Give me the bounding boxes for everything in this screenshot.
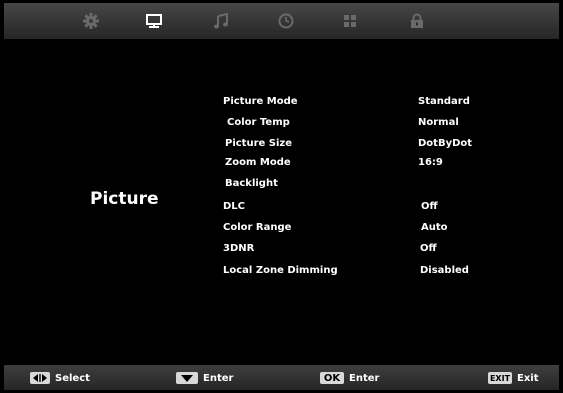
setting-value: Standard [418, 96, 470, 107]
tab-lock[interactable] [407, 11, 427, 31]
hint-select: Select [30, 371, 90, 385]
setting-label: Picture Mode [223, 96, 298, 107]
clock-icon [278, 13, 294, 29]
hint-exit-label: Exit [517, 372, 539, 384]
tab-setup[interactable] [81, 11, 101, 31]
setting-label: Color Range [223, 222, 292, 233]
hint-enter-label: Enter [203, 372, 234, 384]
setting-label: DLC [223, 201, 246, 212]
setting-value: DotByDot [418, 138, 473, 149]
ok-key: OK [320, 372, 344, 384]
section-title: Picture [90, 189, 159, 209]
tab-picture[interactable] [144, 11, 164, 31]
tab-apps[interactable] [340, 11, 360, 31]
hint-ok: OK Enter [320, 371, 379, 385]
left-right-arrows-icon [30, 372, 50, 384]
hint-enter: Enter [176, 371, 233, 385]
setting-value: Off [420, 243, 437, 254]
tv-menu-screen: Picture Picture Mode Standard Color Temp… [4, 3, 559, 390]
setting-label: Zoom Mode [225, 157, 291, 168]
tab-time[interactable] [276, 11, 296, 31]
monitor-icon [146, 14, 162, 28]
setting-value: Normal [418, 117, 459, 128]
setting-label: Picture Size [225, 138, 293, 149]
exit-key: EXIT [488, 372, 512, 384]
setting-label: Local Zone Dimming [223, 265, 338, 276]
tab-sound[interactable] [211, 11, 231, 31]
button-hint-bar: Select Enter OK Enter EXIT Exit [4, 365, 559, 390]
setting-label: Backlight [225, 178, 278, 189]
setting-value: 16:9 [418, 157, 443, 168]
grid-icon [344, 15, 356, 27]
menu-tab-bar [4, 3, 559, 39]
hint-select-label: Select [55, 372, 90, 384]
setting-label: Color Temp [227, 117, 290, 128]
gear-icon [83, 13, 99, 29]
hint-ok-label: Enter [349, 372, 380, 384]
setting-value: Auto [421, 222, 448, 233]
lock-icon [411, 13, 423, 28]
hint-exit: EXIT Exit [488, 371, 539, 385]
setting-label: 3DNR [223, 243, 255, 254]
down-arrow-icon [176, 372, 198, 384]
setting-value: Disabled [420, 265, 469, 276]
setting-value: Off [421, 201, 438, 212]
music-note-icon [214, 12, 228, 29]
